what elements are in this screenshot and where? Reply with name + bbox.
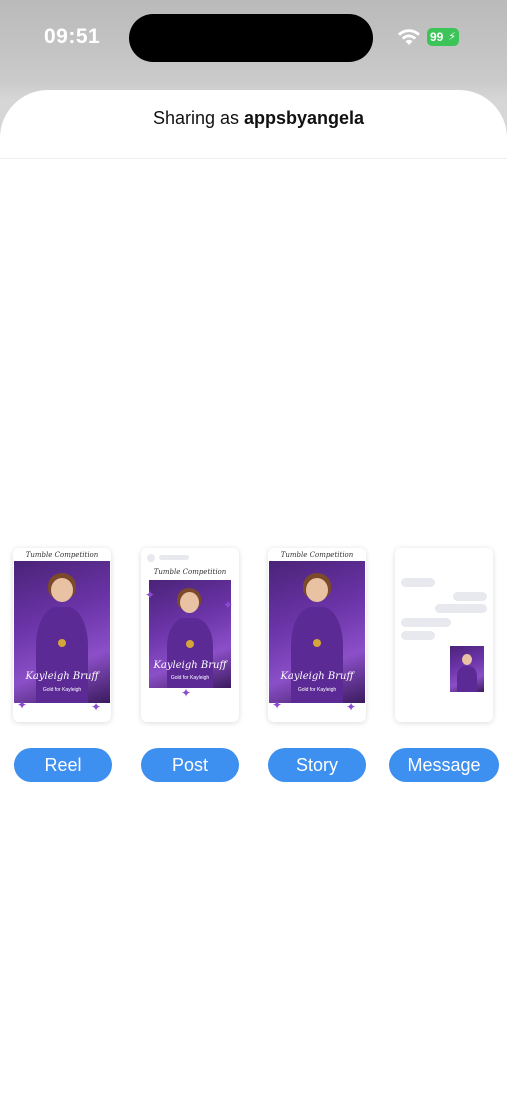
message-button[interactable]: Message <box>389 748 499 782</box>
photo-caption: Gold for Kayleigh <box>170 675 210 681</box>
username: appsbyangela <box>244 108 365 128</box>
reel-preview-card[interactable]: Tumble Competition Kayleigh Bruff Gold f… <box>13 548 111 722</box>
sharing-as-label: Sharing as appsbyangela <box>0 108 507 129</box>
battery-level: 99 <box>430 30 444 44</box>
story-button[interactable]: Story <box>268 748 366 782</box>
chat-bubble-placeholder <box>401 631 435 640</box>
sparkle-icon: ✦ <box>223 598 234 612</box>
event-title: Tumble Competition <box>25 551 99 559</box>
status-time: 09:51 <box>44 25 101 48</box>
athlete-name: Kayleigh Bruff <box>25 671 99 682</box>
status-bar: 09:51 99 ⚡ <box>0 0 507 80</box>
sparkle-icon: ✦ <box>17 698 28 712</box>
wifi-icon <box>398 29 420 45</box>
message-thumbnail <box>450 646 484 692</box>
athlete-photo: Kayleigh Bruff Gold for Kayleigh <box>14 561 110 703</box>
chat-bubble-placeholder <box>453 592 487 601</box>
sparkle-icon: ✦ <box>145 588 156 602</box>
avatar-placeholder <box>147 554 155 562</box>
photo-caption: Gold for Kayleigh <box>297 687 337 693</box>
post-button[interactable]: Post <box>141 748 239 782</box>
athlete-name: Kayleigh Bruff <box>280 671 354 682</box>
event-title: Tumble Competition <box>153 568 227 576</box>
chat-bubble-placeholder <box>435 604 487 613</box>
sharing-prefix: Sharing as <box>152 108 239 128</box>
athlete-name: Kayleigh Bruff <box>153 660 227 671</box>
battery-icon: 99 ⚡ <box>427 28 459 46</box>
athlete-photo: Kayleigh Bruff Gold for Kayleigh <box>269 561 365 703</box>
chat-bubble-placeholder <box>401 578 435 587</box>
reel-button[interactable]: Reel <box>14 748 112 782</box>
share-sheet: Sharing as appsbyangela Tumble Competiti… <box>0 90 507 1100</box>
chat-bubble-placeholder <box>401 618 451 627</box>
sparkle-icon: ✦ <box>346 700 357 714</box>
sparkle-icon: ✦ <box>272 698 283 712</box>
dynamic-island <box>129 14 373 62</box>
post-preview-card[interactable]: Tumble Competition Kayleigh Bruff Gold f… <box>141 548 239 722</box>
photo-caption: Gold for Kayleigh <box>42 687 82 693</box>
username-placeholder <box>159 555 189 560</box>
athlete-photo: Kayleigh Bruff Gold for Kayleigh <box>149 580 231 688</box>
sheet-header: Sharing as appsbyangela <box>0 90 507 159</box>
event-title: Tumble Competition <box>280 551 354 559</box>
charging-bolt-icon: ⚡ <box>448 31 456 43</box>
story-preview-card[interactable]: Tumble Competition Kayleigh Bruff Gold f… <box>268 548 366 722</box>
message-preview-card[interactable] <box>395 548 493 722</box>
sparkle-icon: ✦ <box>181 686 192 700</box>
sparkle-icon: ✦ <box>91 700 102 714</box>
